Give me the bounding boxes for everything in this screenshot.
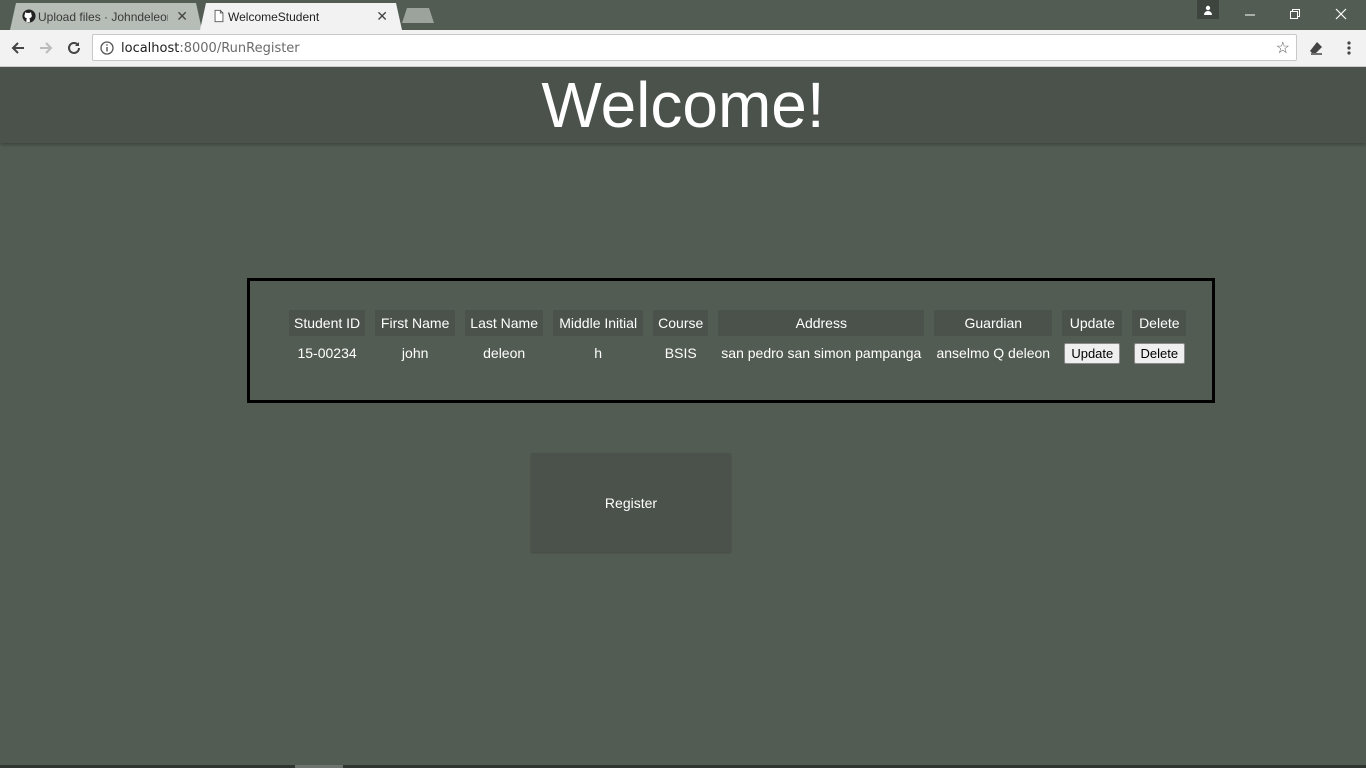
cell-update: Update [1062,336,1122,370]
tab-title: Upload files · Johndeleon [38,9,168,24]
register-button[interactable]: Register [531,453,731,552]
cell-student-id: 15-00234 [297,345,357,361]
page-body: Welcome! Student ID First Name Last Name… [0,67,1366,768]
back-arrow-icon [11,42,24,54]
column-header-middle-initial: Middle Initial [553,310,644,336]
column-header-address: Address [718,310,925,336]
github-icon [22,9,36,23]
restore-button[interactable] [1272,0,1318,28]
students-table: Student ID First Name Last Name Middle I… [279,310,1196,370]
column-header-update: Update [1062,310,1123,336]
info-icon[interactable] [100,41,114,55]
url-host: localhost [121,41,180,56]
column-header-course: Course [653,310,709,336]
reload-icon [68,41,80,54]
tab-welcome-student[interactable]: WelcomeStudent ✕ [200,3,402,30]
cell-first-name: john [401,345,429,361]
address-bar[interactable]: localhost:8000/RunRegister ☆ [92,34,1297,61]
column-header-last-name: Last Name [465,310,544,336]
url-path: :8000/RunRegister [179,41,300,56]
url-text: localhost:8000/RunRegister [121,41,300,56]
column-header-first-name: First Name [375,310,456,336]
forward-button[interactable] [34,36,58,60]
table-header-row: Student ID First Name Last Name Middle I… [289,310,1187,336]
close-window-button[interactable] [1318,0,1364,28]
minimize-button[interactable] [1227,0,1273,28]
cell-address: san pedro san simon pampanga [721,345,922,361]
reload-button[interactable] [62,36,86,60]
page-header: Welcome! [0,67,1366,143]
table-row: 15-00234 john deleon h BSIS san pedro sa… [289,336,1186,370]
browser-toolbar: localhost:8000/RunRegister ☆ [0,30,1366,67]
cell-guardian: anselmo Q deleon [936,345,1051,361]
tab-title: WelcomeStudent [228,9,320,24]
close-icon[interactable]: ✕ [376,8,388,25]
close-icon[interactable]: ✕ [176,8,188,25]
menu-icon[interactable] [1338,37,1360,59]
page-icon [212,9,226,23]
column-header-student-id: Student ID [289,310,366,336]
eraser-extension-icon[interactable] [1305,37,1327,59]
browser-tabstrip: Upload files · Johndeleon ✕ WelcomeStude… [0,0,1366,30]
cell-last-name: deleon [483,345,526,361]
delete-button[interactable]: Delete [1133,342,1186,364]
new-tab-button[interactable] [402,8,434,23]
profile-icon[interactable] [1197,0,1219,19]
students-table-container: Student ID First Name Last Name Middle I… [247,278,1215,403]
column-header-delete: Delete [1132,310,1187,336]
update-button[interactable]: Update [1064,342,1121,364]
bookmark-star-icon[interactable]: ☆ [1276,38,1290,58]
tab-upload-files[interactable]: Upload files · Johndeleon ✕ [10,3,202,30]
cell-middle-initial: h [594,345,603,361]
page-title: Welcome! [541,69,825,141]
back-button[interactable] [6,36,30,60]
forward-arrow-icon [40,42,53,54]
column-header-guardian: Guardian [934,310,1053,336]
cell-course: BSIS [664,345,697,361]
cell-delete: Delete [1132,336,1186,370]
